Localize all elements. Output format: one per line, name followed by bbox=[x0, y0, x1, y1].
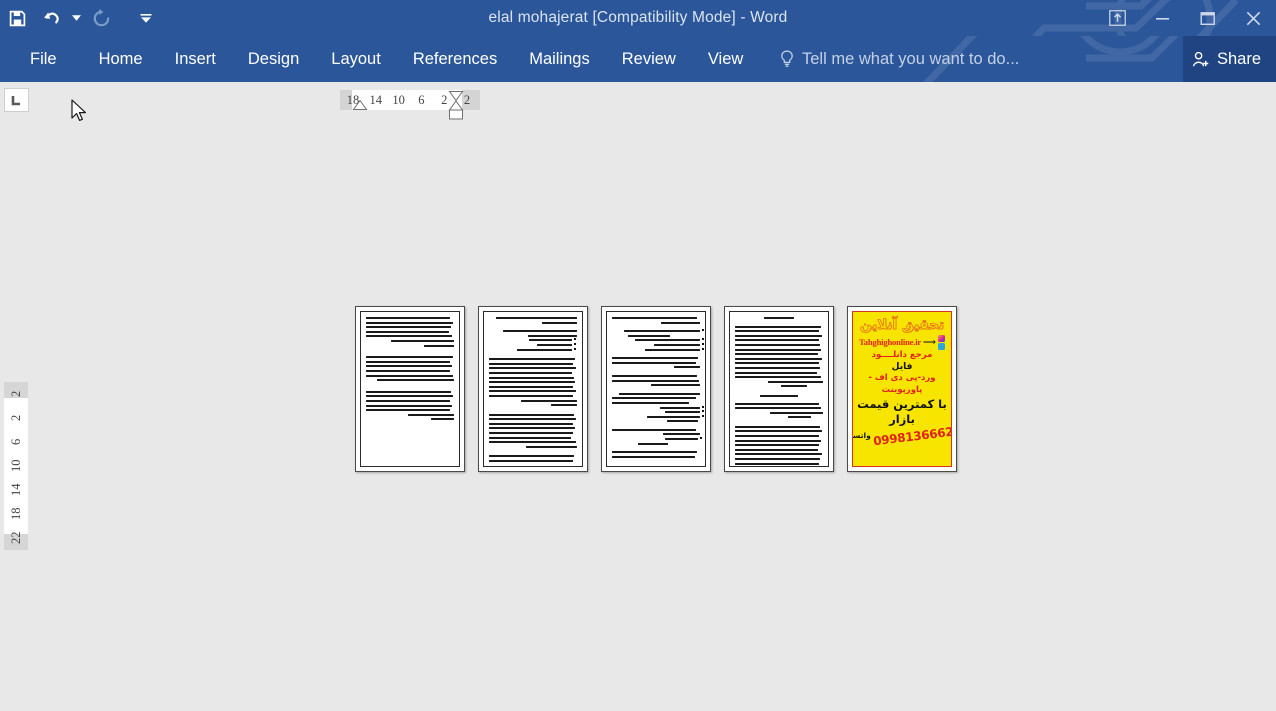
page-thumbnail-3[interactable] bbox=[601, 306, 711, 472]
ad-url: Tahghighonline.ir bbox=[859, 337, 922, 348]
ruler-tick: 6 bbox=[8, 438, 23, 446]
ad-social-icons bbox=[937, 334, 945, 350]
ruler-tick: 6 bbox=[418, 92, 425, 107]
page-text-frame bbox=[729, 311, 829, 467]
ad-file-line: فایل bbox=[891, 361, 913, 372]
page-thumbnail-4[interactable] bbox=[724, 306, 834, 472]
tab-label: Review bbox=[621, 49, 676, 68]
tab-label: File bbox=[30, 49, 57, 68]
title-bar: elal mohajerat [Compatibility Mode] - Wo… bbox=[0, 0, 1276, 36]
page-thumbnail-5[interactable]: تحقیق آنلاین ⟶ Tahghighonline.ir مرجع دا… bbox=[847, 306, 957, 472]
tab-references[interactable]: References bbox=[397, 36, 513, 82]
tell-me-search[interactable]: Tell me what you want to do... bbox=[780, 36, 1019, 82]
tab-label: View bbox=[707, 49, 744, 68]
telegram-icon bbox=[937, 342, 945, 350]
restore-icon bbox=[1200, 11, 1215, 25]
ad-title: تحقیق آنلاین bbox=[859, 317, 945, 333]
lightbulb-icon bbox=[781, 50, 793, 67]
ruler-tick: 2 bbox=[8, 390, 23, 398]
ad-url-row: ⟶ Tahghighonline.ir bbox=[856, 334, 948, 350]
ruler-tick: 2 bbox=[8, 414, 23, 422]
minimize-icon bbox=[1155, 18, 1169, 20]
tab-home[interactable]: Home bbox=[83, 36, 159, 82]
ruler-tick: 14 bbox=[8, 483, 23, 497]
restore-button[interactable] bbox=[1185, 0, 1230, 36]
vertical-ruler-ticks: 2 2 6 10 14 18 22 bbox=[4, 382, 28, 550]
ad-formats-line: ورد-پی دی اف - پاورپوینت bbox=[868, 373, 936, 395]
tab-file[interactable]: File bbox=[0, 36, 83, 82]
tell-me-placeholder: Tell me what you want to do... bbox=[802, 49, 1020, 68]
share-label: Share bbox=[1217, 49, 1262, 68]
ad-phone: 09981366624 bbox=[872, 423, 952, 449]
minimize-button[interactable] bbox=[1140, 0, 1185, 36]
ad-content: تحقیق آنلاین ⟶ Tahghighonline.ir مرجع دا… bbox=[853, 312, 951, 466]
ruler-tick: 14 bbox=[369, 92, 383, 107]
page-thumbnails: تحقیق آنلاین ⟶ Tahghighonline.ir مرجع دا… bbox=[355, 306, 957, 472]
first-line-indent-marker[interactable] bbox=[352, 100, 368, 112]
page-thumbnail-2[interactable] bbox=[478, 306, 588, 472]
tab-label: Mailings bbox=[529, 49, 590, 68]
instagram-icon bbox=[937, 334, 945, 342]
ribbon-tab-bar: File Home Insert Design Layout Reference… bbox=[0, 36, 1276, 82]
ruler-tick: 18 bbox=[8, 507, 23, 521]
left-arrow-icon: ⟶ bbox=[923, 336, 936, 347]
tab-label: References bbox=[412, 49, 498, 68]
tab-stop-selector[interactable] bbox=[4, 88, 29, 112]
vertical-ruler[interactable]: 2 2 6 10 14 18 22 bbox=[4, 382, 28, 550]
right-indent-marker[interactable] bbox=[448, 90, 464, 120]
ad-phone-row: 09981366624 واتساپ bbox=[853, 424, 951, 449]
ad-whatsapp-label: واتساپ bbox=[853, 431, 871, 441]
tab-label: Layout bbox=[331, 49, 381, 68]
ruler-tick: 22 bbox=[8, 531, 23, 545]
window-controls bbox=[1095, 0, 1276, 36]
ribbon-tabs: File Home Insert Design Layout Reference… bbox=[0, 36, 759, 82]
tab-layout[interactable]: Layout bbox=[315, 36, 397, 82]
close-button[interactable] bbox=[1230, 0, 1276, 36]
tab-review[interactable]: Review bbox=[606, 36, 692, 82]
left-tab-stop-icon bbox=[11, 95, 20, 105]
tab-label: Insert bbox=[174, 49, 216, 68]
tab-mailings[interactable]: Mailings bbox=[513, 36, 606, 82]
ad-download-line: مرجع دانلــــود bbox=[871, 349, 933, 360]
page-text-frame bbox=[360, 311, 460, 467]
share-button[interactable]: Share bbox=[1183, 36, 1276, 82]
tab-design[interactable]: Design bbox=[232, 36, 315, 82]
tab-insert[interactable]: Insert bbox=[159, 36, 232, 82]
tab-label: Design bbox=[247, 49, 300, 68]
ribbon-display-options[interactable] bbox=[1095, 0, 1140, 36]
word-window: elal mohajerat [Compatibility Mode] - Wo… bbox=[0, 0, 1276, 711]
ruler-tick: 10 bbox=[392, 92, 405, 107]
page-text-frame bbox=[483, 311, 583, 467]
person-add-icon bbox=[1192, 51, 1209, 66]
ruler-tick: 10 bbox=[8, 459, 23, 473]
window-title: elal mohajerat [Compatibility Mode] - Wo… bbox=[488, 9, 788, 26]
ad-page-frame: تحقیق آنلاین ⟶ Tahghighonline.ir مرجع دا… bbox=[852, 311, 952, 467]
tab-view[interactable]: View bbox=[692, 36, 759, 82]
page-thumbnail-1[interactable] bbox=[355, 306, 465, 472]
ribbon-display-icon bbox=[1109, 10, 1126, 26]
close-icon bbox=[1246, 11, 1260, 25]
tab-label: Home bbox=[98, 49, 143, 68]
page-text-frame bbox=[606, 311, 706, 467]
ad-price-line: با کمترین قیمت بازار bbox=[857, 397, 947, 426]
